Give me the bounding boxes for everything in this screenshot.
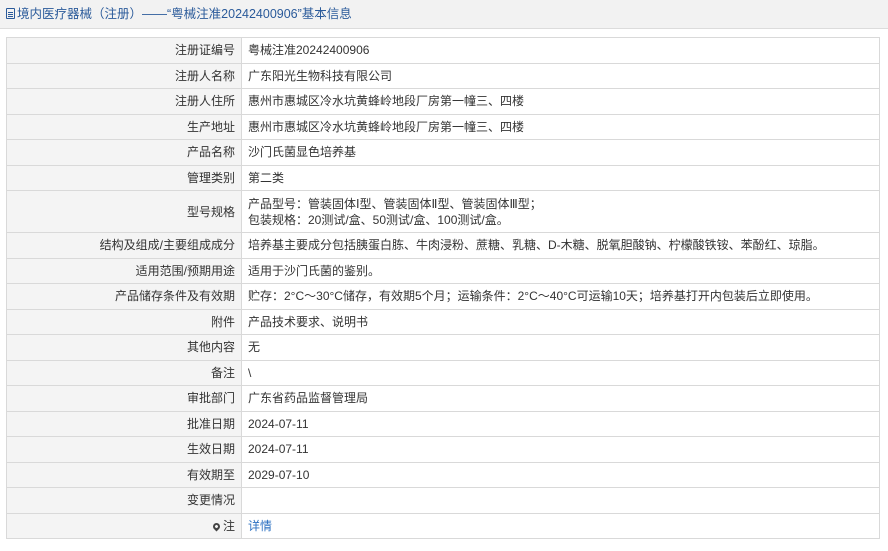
table-row: 产品名称 沙门氏菌显色培养基 — [6, 139, 880, 166]
row-value: 2024-07-11 — [241, 436, 880, 463]
row-value: 2024-07-11 — [241, 410, 880, 437]
row-label: 批准日期 — [6, 410, 242, 437]
row-label: 注册人住所 — [6, 88, 242, 115]
row-label: 备注 — [6, 359, 242, 386]
registration-info-table: 注册证编号 粤械注准20242400906 注册人名称 广东阳光生物科技有限公司… — [6, 37, 880, 539]
table-row: 注 详情 — [6, 512, 880, 539]
row-value: 惠州市惠城区冷水坑黄蜂岭地段厂房第一幢三、四楼 — [241, 113, 880, 140]
row-value: 粤械注准20242400906 — [241, 37, 880, 64]
table-row: 附件 产品技术要求、说明书 — [6, 308, 880, 335]
row-label: 生产地址 — [6, 113, 242, 140]
table-row: 注册人名称 广东阳光生物科技有限公司 — [6, 62, 880, 89]
row-value: 适用于沙门氏菌的鉴别。 — [241, 257, 880, 284]
row-value: 详情 — [241, 512, 880, 539]
row-value: 惠州市惠城区冷水坑黄蜂岭地段厂房第一幢三、四楼 — [241, 88, 880, 115]
table-row: 产品储存条件及有效期 贮存：2°C～30°C储存，有效期5个月；运输条件：2°C… — [6, 283, 880, 310]
row-label: 注册人名称 — [6, 62, 242, 89]
details-link[interactable]: 详情 — [248, 519, 272, 533]
table-row: 生效日期 2024-07-11 — [6, 436, 880, 463]
row-value: 贮存：2°C～30°C储存，有效期5个月；运输条件：2°C～40°C可运输10天… — [241, 283, 880, 310]
row-label: 生效日期 — [6, 436, 242, 463]
table-row: 有效期至 2029-07-10 — [6, 461, 880, 488]
row-label: 附件 — [6, 308, 242, 335]
table-row: 适用范围/预期用途 适用于沙门氏菌的鉴别。 — [6, 257, 880, 284]
row-label: 变更情况 — [6, 487, 242, 514]
pin-icon — [211, 521, 222, 532]
row-label: 其他内容 — [6, 334, 242, 361]
row-label: 产品名称 — [6, 139, 242, 166]
row-label: 注册证编号 — [6, 37, 242, 64]
document-icon — [6, 8, 15, 19]
table-row: 注册证编号 粤械注准20242400906 — [6, 37, 880, 64]
row-value: 无 — [241, 334, 880, 361]
row-label: 型号规格 — [6, 190, 242, 233]
table-row: 型号规格 产品型号：管装固体Ⅰ型、管装固体Ⅱ型、管装固体Ⅲ型； 包装规格：20测… — [6, 190, 880, 233]
row-value: 产品型号：管装固体Ⅰ型、管装固体Ⅱ型、管装固体Ⅲ型； 包装规格：20测试/盒、5… — [241, 190, 880, 233]
row-value: 第二类 — [241, 164, 880, 191]
table-row: 结构及组成/主要组成成分 培养基主要成分包括胰蛋白胨、牛肉浸粉、蔗糖、乳糖、D-… — [6, 232, 880, 259]
row-label: 产品储存条件及有效期 — [6, 283, 242, 310]
table-row: 管理类别 第二类 — [6, 164, 880, 191]
table-row: 批准日期 2024-07-11 — [6, 410, 880, 437]
row-label: 管理类别 — [6, 164, 242, 191]
row-value: 产品技术要求、说明书 — [241, 308, 880, 335]
table-row: 注册人住所 惠州市惠城区冷水坑黄蜂岭地段厂房第一幢三、四楼 — [6, 88, 880, 115]
row-label: 有效期至 — [6, 461, 242, 488]
note-label-cell: 注 — [6, 512, 242, 539]
row-value: 广东阳光生物科技有限公司 — [241, 62, 880, 89]
package-line: 包装规格：20测试/盒、50测试/盒、100测试/盒。 — [248, 212, 509, 227]
row-value: 培养基主要成分包括胰蛋白胨、牛肉浸粉、蔗糖、乳糖、D-木糖、脱氧胆酸钠、柠檬酸铁… — [241, 232, 880, 259]
model-line: 产品型号：管装固体Ⅰ型、管装固体Ⅱ型、管装固体Ⅲ型； — [248, 196, 542, 211]
row-value: 广东省药品监督管理局 — [241, 385, 880, 412]
row-label: 结构及组成/主要组成成分 — [6, 232, 242, 259]
page-title: 境内医疗器械（注册）——“粤械注准20242400906”基本信息 — [17, 7, 352, 21]
row-value: 2029-07-10 — [241, 461, 880, 488]
row-value — [241, 487, 880, 514]
row-value: \ — [241, 359, 880, 386]
row-value: 沙门氏菌显色培养基 — [241, 139, 880, 166]
row-label: 注 — [222, 518, 235, 533]
table-row: 其他内容 无 — [6, 334, 880, 361]
table-row: 审批部门 广东省药品监督管理局 — [6, 385, 880, 412]
table-row: 备注 \ — [6, 359, 880, 386]
table-row: 生产地址 惠州市惠城区冷水坑黄蜂岭地段厂房第一幢三、四楼 — [6, 113, 880, 140]
row-label: 适用范围/预期用途 — [6, 257, 242, 284]
row-label: 审批部门 — [6, 385, 242, 412]
page-title-bar: 境内医疗器械（注册）——“粤械注准20242400906”基本信息 — [0, 0, 888, 29]
table-row: 变更情况 — [6, 487, 880, 514]
